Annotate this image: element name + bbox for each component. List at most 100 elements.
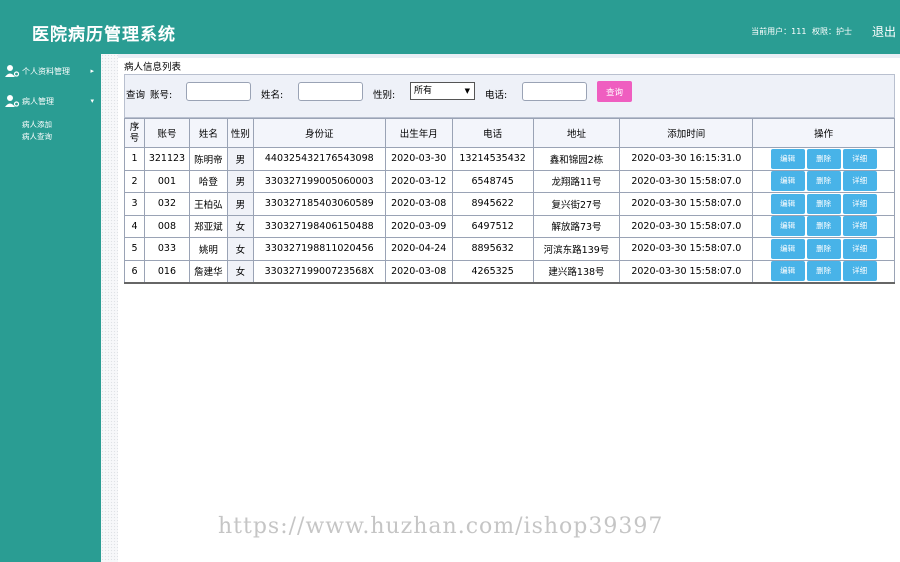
watermark: https://www.huzhan.com/ishop39397 <box>218 514 664 539</box>
search-button[interactable]: 查询 <box>597 81 632 102</box>
account-label: 账号: <box>150 90 173 101</box>
delete-button[interactable]: 删除 <box>806 148 841 169</box>
top-band <box>118 54 900 58</box>
actions-cell: 编辑 删除 详细 <box>752 214 895 238</box>
column-header: 添加时间 <box>619 118 754 148</box>
column-header: 序号 <box>124 118 145 148</box>
name-input[interactable] <box>298 82 363 101</box>
sidebar-menu-patient[interactable]: 病人管理 ▾ <box>4 94 98 108</box>
account-cell: 016 <box>143 259 190 284</box>
gender-cell: 女 <box>226 214 254 238</box>
column-header: 操作 <box>752 118 895 148</box>
divider-stripe <box>101 54 118 562</box>
app-header: 医院病历管理系统 当前用户：111 权限：护士 退出 <box>0 0 900 54</box>
name-cell: 王柏弘 <box>188 192 228 216</box>
birth-date-cell: 2020-03-08 <box>384 259 453 284</box>
name-cell: 姚明 <box>188 237 228 261</box>
address-cell: 河滨东路139号 <box>532 237 621 261</box>
actions-cell: 编辑 删除 详细 <box>752 169 895 193</box>
edit-button[interactable]: 编辑 <box>770 238 805 259</box>
patient-table: 序号 账号 姓名 性别 身份证 出生年月 电话 地址 添加时间 操作 1 321123 陈明帝男 440… <box>124 118 895 284</box>
search-bar: 查询 账号: 姓名: 性别: 所有 ▼ 电话: 查询 <box>124 74 895 118</box>
row-index: 5 <box>124 237 145 261</box>
sidebar-menu-patient-label: 病人管理 <box>22 96 54 106</box>
dropdown-caret-icon: ▼ <box>464 87 470 95</box>
delete-button[interactable]: 删除 <box>806 216 841 237</box>
name-cell: 陈明帝 <box>188 147 228 171</box>
edit-button[interactable]: 编辑 <box>770 216 805 237</box>
id-card-cell: 330327199005060003 <box>252 169 386 193</box>
detail-button[interactable]: 详细 <box>842 261 877 281</box>
logout-link[interactable]: 退出 <box>872 23 896 40</box>
section-title: 病人信息列表 <box>124 62 182 73</box>
row-index: 2 <box>124 169 145 193</box>
added-time-cell: 2020-03-30 16:15:31.0 <box>619 147 754 171</box>
gender-label: 性别: <box>373 90 396 101</box>
address-cell: 鑫和锦园2栋 <box>532 147 621 171</box>
edit-button[interactable]: 编辑 <box>770 193 805 214</box>
birth-date-cell: 2020-03-12 <box>384 169 453 193</box>
main-content: 病人信息列表 查询 账号: 姓名: 性别: 所有 ▼ 电话: 查询 序号 账号 姓名… <box>118 54 900 562</box>
sidebar-menu-profile[interactable]: 个人资料管理 ▸ <box>4 64 98 78</box>
column-header: 账号 <box>143 118 190 148</box>
patient-icon <box>4 94 20 108</box>
added-time-cell: 2020-03-30 15:58:07.0 <box>619 169 754 193</box>
edit-button[interactable]: 编辑 <box>770 171 805 192</box>
detail-button[interactable]: 详细 <box>842 193 877 214</box>
edit-button[interactable]: 编辑 <box>770 261 805 281</box>
detail-button[interactable]: 详细 <box>842 171 877 192</box>
delete-button[interactable]: 删除 <box>806 171 841 192</box>
table-row: 2 001 哈登男 330327199005060003 2020-03-12 65487… <box>124 169 895 193</box>
detail-button[interactable]: 详细 <box>842 148 877 169</box>
gender-select-value: 所有 <box>414 86 433 96</box>
gender-cell: 男 <box>226 169 254 193</box>
actions-cell: 编辑 删除 详细 <box>752 147 895 171</box>
delete-button[interactable]: 删除 <box>806 193 841 214</box>
gender-cell: 男 <box>226 147 254 171</box>
column-header: 身份证 <box>252 118 386 148</box>
role: 护士 <box>836 27 852 36</box>
user-icon <box>4 64 20 78</box>
address-cell: 建兴路138号 <box>532 259 621 284</box>
sidebar-item-patient-add[interactable]: 病人添加 <box>22 119 52 130</box>
column-header: 性别 <box>226 118 254 148</box>
gender-select[interactable]: 所有 ▼ <box>410 82 475 100</box>
phone-cell: 8945622 <box>451 192 534 216</box>
gender-cell: 女 <box>226 259 254 284</box>
column-header: 地址 <box>532 118 621 148</box>
account-cell: 001 <box>143 169 190 193</box>
current-user: 111 <box>791 27 807 36</box>
role-label: 权限： <box>812 27 836 36</box>
address-cell: 解放路73号 <box>532 214 621 238</box>
phone-input[interactable] <box>522 82 587 101</box>
birth-date-cell: 2020-03-08 <box>384 192 453 216</box>
delete-button[interactable]: 删除 <box>806 261 841 281</box>
column-header: 姓名 <box>188 118 228 148</box>
account-cell: 008 <box>143 214 190 238</box>
added-time-cell: 2020-03-30 15:58:07.0 <box>619 214 754 238</box>
table-row: 6 016 詹建华女 33032719900723568X 2020-03-08 4265… <box>124 259 895 284</box>
name-cell: 郑亚斌 <box>188 214 228 238</box>
current-user-label: 当前用户： <box>751 27 792 36</box>
actions-cell: 编辑 删除 详细 <box>752 259 895 284</box>
query-label: 查询 <box>126 90 146 101</box>
sidebar-item-patient-query[interactable]: 病人查询 <box>22 131 52 142</box>
delete-button[interactable]: 删除 <box>806 238 841 259</box>
id-card-cell: 33032719900723568X <box>252 259 386 284</box>
table-header-row: 序号 账号 姓名 性别 身份证 出生年月 电话 地址 添加时间 操作 <box>124 118 895 148</box>
edit-button[interactable]: 编辑 <box>770 148 805 169</box>
app-title: 医院病历管理系统 <box>32 25 176 45</box>
added-time-cell: 2020-03-30 15:58:07.0 <box>619 192 754 216</box>
detail-button[interactable]: 详细 <box>842 238 877 259</box>
row-index: 1 <box>124 147 145 171</box>
user-info: 当前用户：111 权限：护士 <box>751 26 852 37</box>
gender-cell: 男 <box>226 192 254 216</box>
added-time-cell: 2020-03-30 15:58:07.0 <box>619 237 754 261</box>
actions-cell: 编辑 删除 详细 <box>752 237 895 261</box>
name-cell: 哈登 <box>188 169 228 193</box>
id-card-cell: 330327198811020456 <box>252 237 386 261</box>
name-label: 姓名: <box>261 90 284 101</box>
detail-button[interactable]: 详细 <box>842 216 877 237</box>
account-input[interactable] <box>186 82 251 101</box>
phone-cell: 8895632 <box>451 237 534 261</box>
